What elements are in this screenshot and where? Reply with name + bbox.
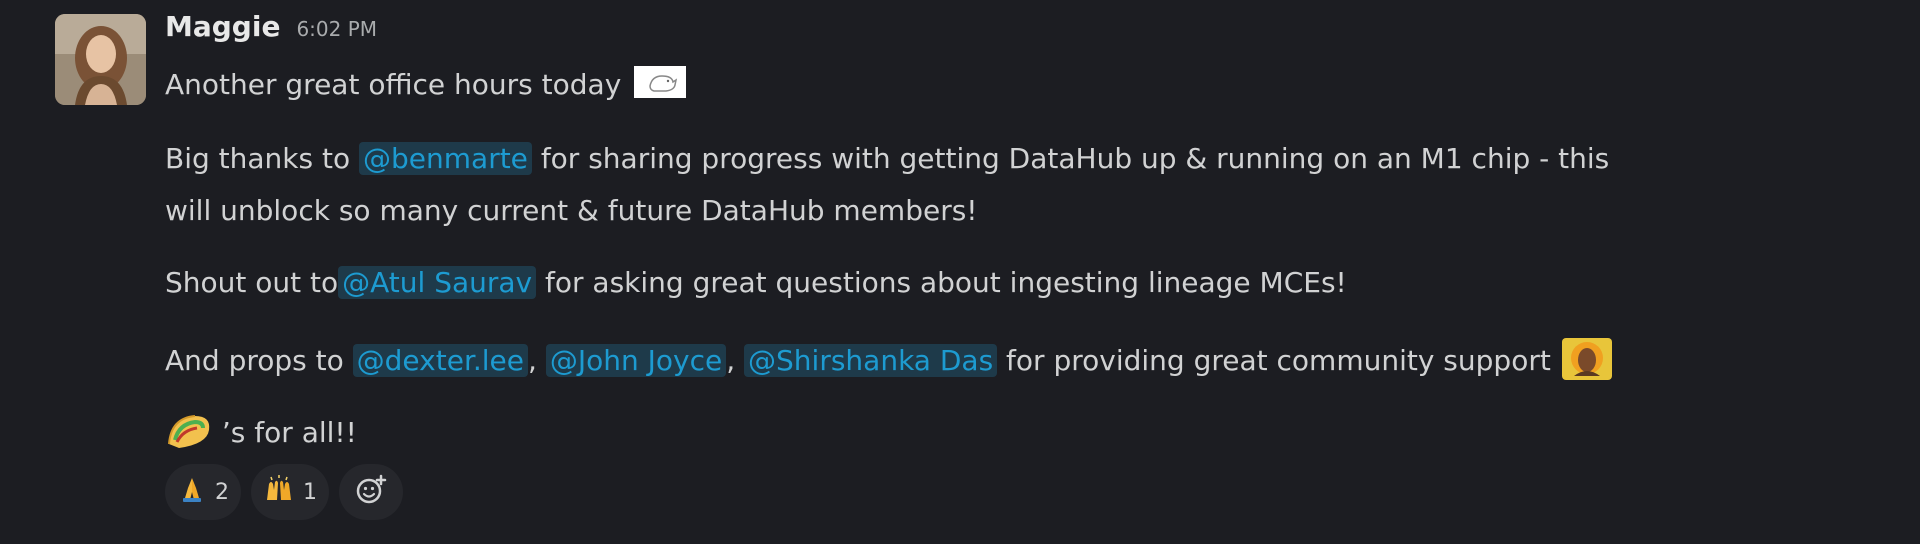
mention-atul-saurav[interactable]: @Atul Saurav — [338, 266, 537, 299]
add-emoji-icon — [354, 473, 388, 511]
add-reaction-button[interactable] — [339, 464, 403, 520]
message-text: ’s for all!! — [221, 416, 357, 449]
message: Maggie 6:02 PM Another great office hour… — [0, 0, 1920, 544]
message-text: Another great office hours today — [165, 68, 622, 101]
mention-benmarte[interactable]: @benmarte — [359, 142, 532, 175]
message-line-3: will unblock so many current & future Da… — [165, 192, 978, 230]
message-line-4: Shout out to @Atul Saurav for asking grea… — [165, 264, 1347, 302]
office-hours-emoji-icon — [630, 64, 687, 100]
mention-john-joyce[interactable]: @John Joyce — [545, 344, 727, 377]
message-text: for sharing progress with getting DataHu… — [531, 142, 1610, 175]
reactions-bar: 2 1 — [165, 464, 403, 520]
reaction-count: 1 — [303, 479, 317, 505]
community-support-emoji-icon — [1560, 336, 1614, 382]
message-line-1: Another great office hours today — [165, 64, 687, 104]
message-line-2: Big thanks to @benmarte for sharing prog… — [165, 140, 1609, 178]
message-text: for asking great questions about ingesti… — [536, 266, 1347, 299]
message-text: will unblock so many current & future Da… — [165, 194, 978, 227]
reaction-count: 2 — [215, 479, 229, 505]
avatar-image — [55, 14, 146, 105]
timestamp[interactable]: 6:02 PM — [296, 17, 377, 41]
praying-hands-icon — [177, 474, 207, 510]
author-name[interactable]: Maggie — [165, 10, 280, 43]
message-text: , — [528, 344, 546, 377]
mention-dexter-lee[interactable]: @dexter.lee — [352, 344, 529, 377]
mention-shirshanka-das[interactable]: @Shirshanka Das — [744, 344, 998, 377]
raised-hands-icon — [263, 474, 295, 510]
reaction-praying-hands[interactable]: 2 — [165, 464, 241, 520]
message-text: Shout out to — [165, 266, 339, 299]
taco-icon — [165, 410, 213, 452]
message-text: Big thanks to — [165, 142, 360, 175]
avatar[interactable] — [55, 14, 146, 105]
message-header: Maggie 6:02 PM — [165, 10, 377, 54]
message-text: for providing great community support — [997, 344, 1551, 377]
message-line-6: ’s for all!! — [165, 410, 357, 452]
reaction-raised-hands[interactable]: 1 — [251, 464, 329, 520]
message-line-5: And props to @dexter.lee, @John Joyce, @… — [165, 336, 1614, 382]
message-text: And props to — [165, 344, 353, 377]
message-text: , — [726, 344, 745, 377]
